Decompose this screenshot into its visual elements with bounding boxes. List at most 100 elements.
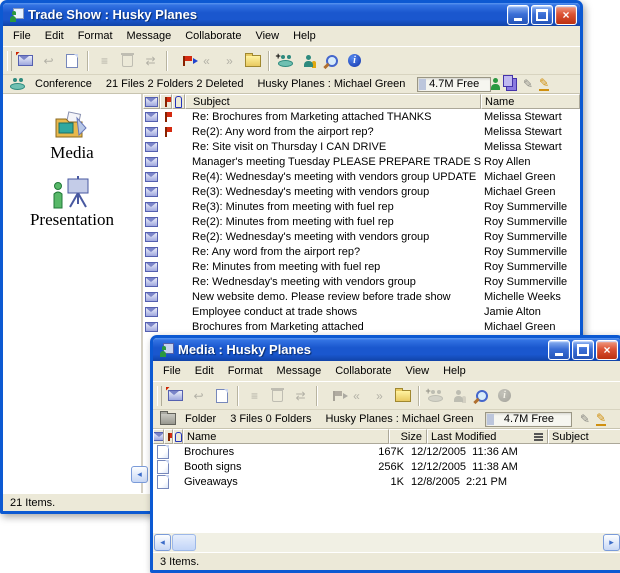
folder-mode-label: Folder xyxy=(185,413,216,425)
menu-collaborate[interactable]: Collaborate xyxy=(178,27,248,45)
menu-format[interactable]: Format xyxy=(71,27,120,45)
menu-collaborate[interactable]: Collaborate xyxy=(328,362,398,380)
close-button[interactable]: × xyxy=(555,5,577,25)
toolbar: ↩ ≡ ⇄ « » + i xyxy=(153,382,620,410)
reply-button: ↩ xyxy=(37,50,60,72)
message-sender: Jamie Alton xyxy=(481,306,580,318)
folder-up-icon xyxy=(395,390,411,402)
maximize-button[interactable] xyxy=(572,340,594,360)
file-row[interactable]: Booth signs256K12/12/2005 11:38 AM xyxy=(153,459,620,474)
message-subject: Brochures from Marketing attached xyxy=(185,321,481,333)
minimize-icon xyxy=(555,353,563,356)
message-row[interactable]: Re: Site visit on Thursday I CAN DRIVEMe… xyxy=(143,139,580,154)
menu-edit[interactable]: Edit xyxy=(188,362,221,380)
menu-help[interactable]: Help xyxy=(436,362,473,380)
up-folder-button[interactable] xyxy=(241,50,264,72)
toolbar-separator xyxy=(268,51,270,71)
column-header-flag[interactable] xyxy=(164,429,173,444)
message-row[interactable]: Manager's meeting Tuesday PLEASE PREPARE… xyxy=(143,154,580,169)
column-header-attachment[interactable] xyxy=(172,94,185,109)
sign-pencil-icon[interactable]: ✎ xyxy=(539,77,549,91)
scroll-left-button[interactable]: ◂ xyxy=(154,534,171,551)
scroll-right-button[interactable]: ▸ xyxy=(603,534,620,551)
scrollbar-thumb[interactable] xyxy=(172,534,196,551)
column-header-size[interactable]: Size xyxy=(389,429,427,444)
free-space-label: 4.7M Free xyxy=(504,413,554,425)
minimize-button[interactable] xyxy=(507,5,529,25)
message-row[interactable]: Re(2): Any word from the airport rep?Mel… xyxy=(143,124,580,139)
toolbar-grip[interactable] xyxy=(7,51,12,71)
title-bar[interactable]: Media : Husky Planes × xyxy=(153,338,620,361)
menu-edit[interactable]: Edit xyxy=(38,27,71,45)
message-sender: Roy Summerville xyxy=(481,246,580,258)
file-row[interactable]: Brochures167K12/12/2005 11:36 AM xyxy=(153,444,620,459)
menu-help[interactable]: Help xyxy=(286,27,323,45)
message-icon xyxy=(145,247,158,257)
message-row[interactable]: Re: Brochures from Marketing attached TH… xyxy=(143,109,580,124)
scroll-left-button[interactable]: ◂ xyxy=(131,466,148,483)
file-counts: 21 Files 2 Folders 2 Deleted xyxy=(106,78,244,90)
column-header-name[interactable]: Name xyxy=(183,429,389,444)
message-subject: Manager's meeting Tuesday PLEASE PREPARE… xyxy=(185,156,481,168)
message-row[interactable]: Re(2): Wednesday's meeting with vendors … xyxy=(143,229,580,244)
file-row[interactable]: Giveaways1K12/8/2005 2:21 PM xyxy=(153,474,620,489)
message-subject: Re(2): Minutes from meeting with fuel re… xyxy=(185,216,481,228)
sidebar-item-media[interactable]: Media xyxy=(50,110,93,163)
menu-file[interactable]: File xyxy=(6,27,38,45)
sidebar-item-presentation[interactable]: Presentation xyxy=(30,175,114,230)
message-icon xyxy=(145,142,158,152)
toolbar-separator xyxy=(237,386,239,406)
column-header-attachment[interactable] xyxy=(173,429,183,444)
flag-button[interactable] xyxy=(172,50,195,72)
search-button[interactable] xyxy=(320,50,343,72)
column-header-envelope[interactable] xyxy=(153,429,164,444)
column-header-flag[interactable] xyxy=(160,94,172,109)
new-document-button[interactable] xyxy=(60,50,83,72)
access-button[interactable] xyxy=(297,50,320,72)
properties-button: ≡ xyxy=(243,385,266,407)
app-window-icon xyxy=(8,7,24,22)
new-message-button[interactable] xyxy=(14,50,37,72)
minimize-button[interactable] xyxy=(548,340,570,360)
column-header-name[interactable]: Name xyxy=(481,94,580,109)
info-icon: i xyxy=(498,389,511,402)
title-bar[interactable]: Trade Show : Husky Planes × xyxy=(3,3,580,26)
edit-pencil-icon[interactable]: ✎ xyxy=(523,78,533,90)
message-row[interactable]: Re: Wednesday's meeting with vendors gro… xyxy=(143,274,580,289)
free-space-fill xyxy=(419,79,426,90)
previous-unread-button: « xyxy=(345,385,368,407)
menu-message[interactable]: Message xyxy=(270,362,329,380)
message-row[interactable]: Employee conduct at trade showsJamie Alt… xyxy=(143,304,580,319)
new-document-button[interactable] xyxy=(210,385,233,407)
message-row[interactable]: Re(3): Wednesday's meeting with vendors … xyxy=(143,184,580,199)
toolbar: ↩ ≡ ⇄ « » + i xyxy=(3,47,580,75)
search-button[interactable] xyxy=(470,385,493,407)
edit-pencil-icon[interactable]: ✎ xyxy=(580,413,590,425)
menu-format[interactable]: Format xyxy=(221,362,270,380)
up-folder-button[interactable] xyxy=(391,385,414,407)
message-icon xyxy=(145,307,158,317)
message-row[interactable]: Brochures from Marketing attachedMichael… xyxy=(143,319,580,334)
column-header-envelope[interactable] xyxy=(143,94,160,109)
new-message-button[interactable] xyxy=(164,385,187,407)
menu-message[interactable]: Message xyxy=(120,27,179,45)
sign-pencil-icon[interactable]: ✎ xyxy=(596,412,606,426)
message-row[interactable]: Re: Minutes from meeting with fuel repRo… xyxy=(143,259,580,274)
menu-file[interactable]: File xyxy=(156,362,188,380)
maximize-button[interactable] xyxy=(531,5,553,25)
add-participant-button[interactable]: + xyxy=(274,50,297,72)
close-button[interactable]: × xyxy=(596,340,618,360)
column-header-modified[interactable]: Last Modified xyxy=(427,429,548,444)
message-row[interactable]: Re(2): Minutes from meeting with fuel re… xyxy=(143,214,580,229)
column-header-subject[interactable]: Subject xyxy=(185,94,481,109)
message-row[interactable]: New website demo. Please review before t… xyxy=(143,289,580,304)
person-key-icon xyxy=(454,390,463,402)
menu-view[interactable]: View xyxy=(398,362,436,380)
menu-view[interactable]: View xyxy=(248,27,286,45)
message-row[interactable]: Re(4): Wednesday's meeting with vendors … xyxy=(143,169,580,184)
column-header-subject[interactable]: Subject xyxy=(548,429,620,444)
info-button[interactable]: i xyxy=(343,50,366,72)
message-row[interactable]: Re: Any word from the airport rep?Roy Su… xyxy=(143,244,580,259)
message-row[interactable]: Re(3): Minutes from meeting with fuel re… xyxy=(143,199,580,214)
toolbar-grip[interactable] xyxy=(157,386,162,406)
